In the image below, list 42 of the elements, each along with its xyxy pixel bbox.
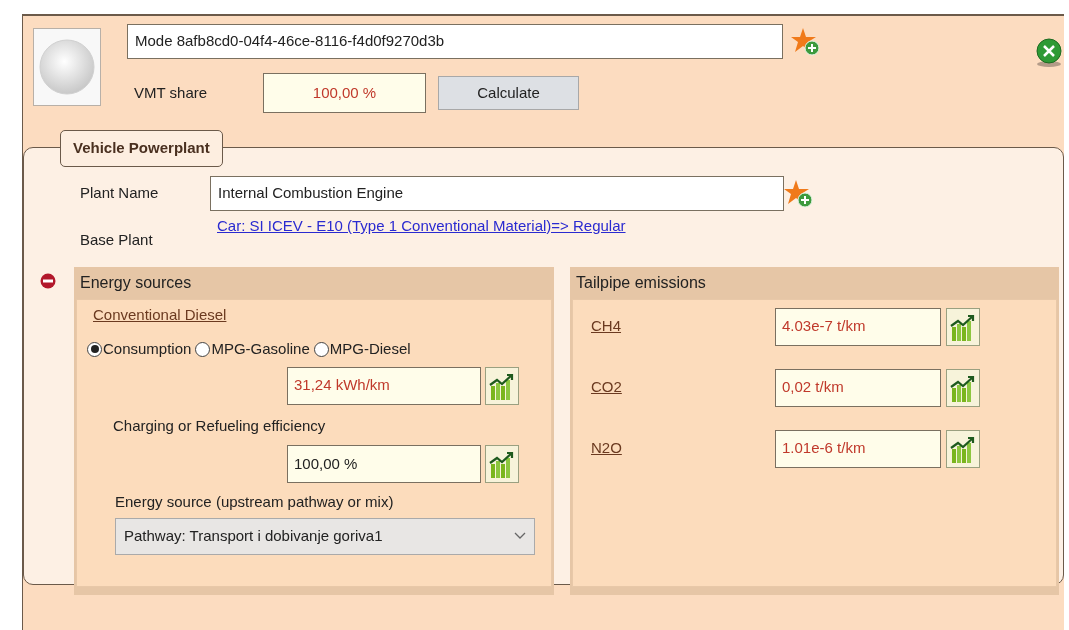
chart-button[interactable] [946,429,980,468]
mode-name-field[interactable]: Mode 8afb8cd0-04f4-46ce-8116-f4d0f9270d3b [127,24,783,59]
calculate-button[interactable]: Calculate [438,76,579,110]
close-icon[interactable] [1036,38,1062,68]
bar-chart-icon [950,373,976,402]
value-field[interactable]: 31,24 kWh/km [287,366,481,405]
value-field[interactable]: 0,02 t/km [775,368,941,407]
bar-chart-icon [489,371,515,400]
vmt-share-label: VMT share [134,82,209,103]
bar-chart-icon [950,312,976,341]
efficiency-label: Charging or Refueling efficiency [113,415,327,436]
powerplant-title: Vehicle Powerplant [60,130,223,167]
chart-button[interactable] [946,307,980,346]
radio-option[interactable]: MPG-Diesel [313,338,411,361]
bar-chart-icon [489,450,515,478]
base-plant-label: Base Plant [80,230,154,250]
vmt-share-field[interactable]: 100,00 % [263,73,426,113]
gas-link[interactable]: CH4 [591,315,775,338]
chevron-down-icon [514,532,526,540]
plant-name-label: Plant Name [80,183,160,204]
value-field[interactable]: 1.01e-6 t/km [775,429,941,468]
plant-name-field[interactable]: Internal Combustion Engine [210,176,784,211]
chart-button[interactable] [485,366,519,405]
circle-icon [38,38,96,96]
radio-option[interactable]: MPG-Gasoline [195,338,310,361]
star-add-icon[interactable] [791,26,821,57]
value-field[interactable]: 4.03e-7 t/km [775,307,941,346]
value-field[interactable]: 100,00 % [287,445,481,483]
bar-chart-icon [950,434,976,463]
tailpipe-title: Tailpipe emissions [575,272,707,293]
energy-sources-title: Energy sources [79,272,193,293]
chart-button[interactable] [946,368,980,407]
base-plant-link[interactable]: Car: SI ICEV - E10 (Type 1 Conventional Material)=> Regular [217,215,626,238]
chart-button[interactable] [485,445,519,483]
gas-link[interactable]: CO2 [591,376,775,399]
fuel-link[interactable]: Conventional Diesel [93,303,227,326]
radio-option[interactable]: Consumption [87,338,192,361]
pathway-dropdown[interactable]: Pathway: Transport i dobivanje goriva1 [115,517,535,555]
energy-source-label: Energy source (upstream pathway or mix) [115,492,395,512]
gas-link[interactable]: N2O [591,437,775,460]
star-add-icon[interactable] [784,178,814,209]
remove-icon[interactable] [40,272,56,289]
